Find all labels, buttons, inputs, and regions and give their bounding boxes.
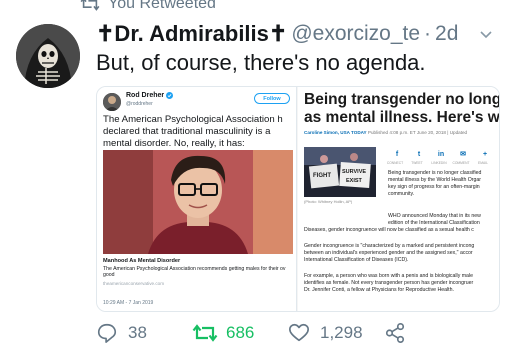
article-line: key sign of progress for an often-margin	[388, 184, 480, 190]
article-line: Gender incongruence is "characterized by…	[304, 243, 475, 249]
tweet-header: ✝Dr. Admirabilis✝ @exorcizo_te · 2d	[96, 20, 500, 48]
tweet-media[interactable]: Rod Dreher @roddreher Follow The America…	[96, 86, 500, 312]
share-label: EMAIL	[478, 161, 488, 165]
article-line: identifies as female. Not every transgen…	[304, 280, 474, 286]
article-line: mental illness by the World Health Orgar	[388, 177, 482, 183]
article-line: Diseases, gender incongruence will now b…	[304, 227, 474, 233]
retweet-label: You Retweeted	[108, 0, 216, 12]
card-site: theamericanconservative.com	[103, 281, 165, 286]
avatar[interactable]	[16, 24, 80, 88]
facebook-icon: f	[395, 150, 399, 158]
tweet-time[interactable]: 2d	[435, 22, 458, 46]
photo-caption: (Photo: Whitney Hollin, AP)	[304, 199, 353, 204]
card-description-line: good	[103, 272, 115, 278]
article-line: community.	[388, 191, 415, 197]
embedded-handle: @roddreher	[126, 101, 153, 107]
article-line: WHO announced Monday that in its new	[388, 213, 481, 219]
embedded-tweet-text: The American Psychological Association h…	[103, 114, 283, 149]
user-handle[interactable]: @exorcizo_te	[291, 22, 420, 46]
article-line: between an individual's experienced gend…	[304, 250, 473, 256]
social-share-bar: f t in ✉ +	[391, 148, 491, 160]
share-label: LINKEDIN	[431, 161, 447, 165]
reply-count: 38	[128, 323, 147, 342]
card-title: Manhood As Mental Disorder	[103, 258, 181, 264]
article-paragraph-4: For example, a person who was born with …	[304, 273, 473, 294]
twitter-icon: t	[417, 150, 421, 158]
sign-text: FIGHT	[313, 173, 331, 179]
embedded-card-photo	[103, 150, 293, 254]
article-author: Caroline Simon, USA TODAY	[304, 130, 367, 135]
article-line: Being transgender is no longer classifie…	[388, 170, 482, 176]
article-line: For example, a person who was born with …	[304, 273, 473, 279]
tweet-action-bar: 38 686 1,298	[96, 322, 500, 346]
article-screenshot: Being transgender no longer c as mental …	[298, 87, 500, 311]
article-published: Published 4:08 p.m. ET June 20, 2018 | U…	[367, 130, 468, 135]
embedded-timestamp: 10:29 AM - 7 Jan 2019	[103, 300, 154, 306]
reply-button[interactable]: 38	[96, 322, 147, 344]
retweet-header: You Retweeted	[80, 0, 216, 14]
retweet-icon	[80, 0, 100, 11]
share-label: CONNECT	[386, 161, 404, 165]
card-description: The American Psychological Association r…	[103, 266, 293, 278]
share-button[interactable]	[384, 322, 406, 344]
email-icon: +	[482, 150, 488, 158]
reply-icon	[97, 323, 117, 343]
article-paragraph-3: Gender incongruence is "characterized by…	[304, 243, 474, 264]
card-description-line: The American Psychological Association r…	[103, 266, 286, 272]
display-name[interactable]: ✝Dr. Admirabilis✝	[96, 21, 287, 47]
like-button[interactable]: 1,298	[288, 322, 363, 344]
separator-dot: ·	[424, 22, 432, 45]
verified-icon	[166, 92, 174, 99]
sign-text: SURVIVE	[342, 169, 366, 175]
retweet-icon	[192, 324, 218, 342]
social-share-labels: CONNECT TWEET LINKEDIN COMMENT EMAIL	[386, 161, 492, 165]
article-headline-line: as mental illness. Here's why	[304, 109, 500, 126]
share-label: TWEET	[411, 161, 423, 165]
share-icon	[385, 323, 405, 343]
heart-icon	[289, 323, 309, 342]
follow-button: Follow	[254, 93, 290, 104]
article-byline: Caroline Simon, USA TODAY Published 4:08…	[304, 130, 467, 135]
article-line: edition of the International Classificat…	[388, 220, 480, 226]
retweet-button[interactable]: 686	[192, 322, 254, 344]
embedded-author-name: Rod Dreher	[126, 92, 165, 99]
share-label: COMMENT	[452, 161, 470, 165]
article-headline: Being transgender no longer c as mental …	[304, 91, 500, 127]
article-paragraph-2: WHO announced Monday that in its new edi…	[304, 213, 481, 234]
sign-text: EXIST	[346, 178, 363, 184]
article-line: International Classification of Diseases…	[304, 257, 409, 263]
comment-icon: ✉	[460, 151, 466, 158]
linkedin-icon: in	[437, 150, 445, 158]
article-paragraph-1: Being transgender is no longer classifie…	[388, 170, 481, 198]
chevron-down-icon[interactable]	[478, 26, 494, 42]
embedded-author: Rod Dreher	[126, 92, 174, 99]
article-photo: FIGHT SURVIVE EXIST	[304, 147, 376, 197]
like-count: 1,298	[320, 323, 363, 342]
retweet-count: 686	[226, 323, 255, 342]
tweet-text: But, of course, there's no agenda.	[96, 50, 426, 75]
embedded-tweet: Rod Dreher @roddreher Follow The America…	[97, 87, 297, 311]
skeleton-avatar-icon	[16, 24, 80, 88]
embedded-avatar	[103, 93, 121, 111]
article-headline-line: Being transgender no longer c	[304, 91, 499, 108]
article-line: Dr. Jennifer Conti, a fellow at Physicia…	[304, 287, 454, 293]
